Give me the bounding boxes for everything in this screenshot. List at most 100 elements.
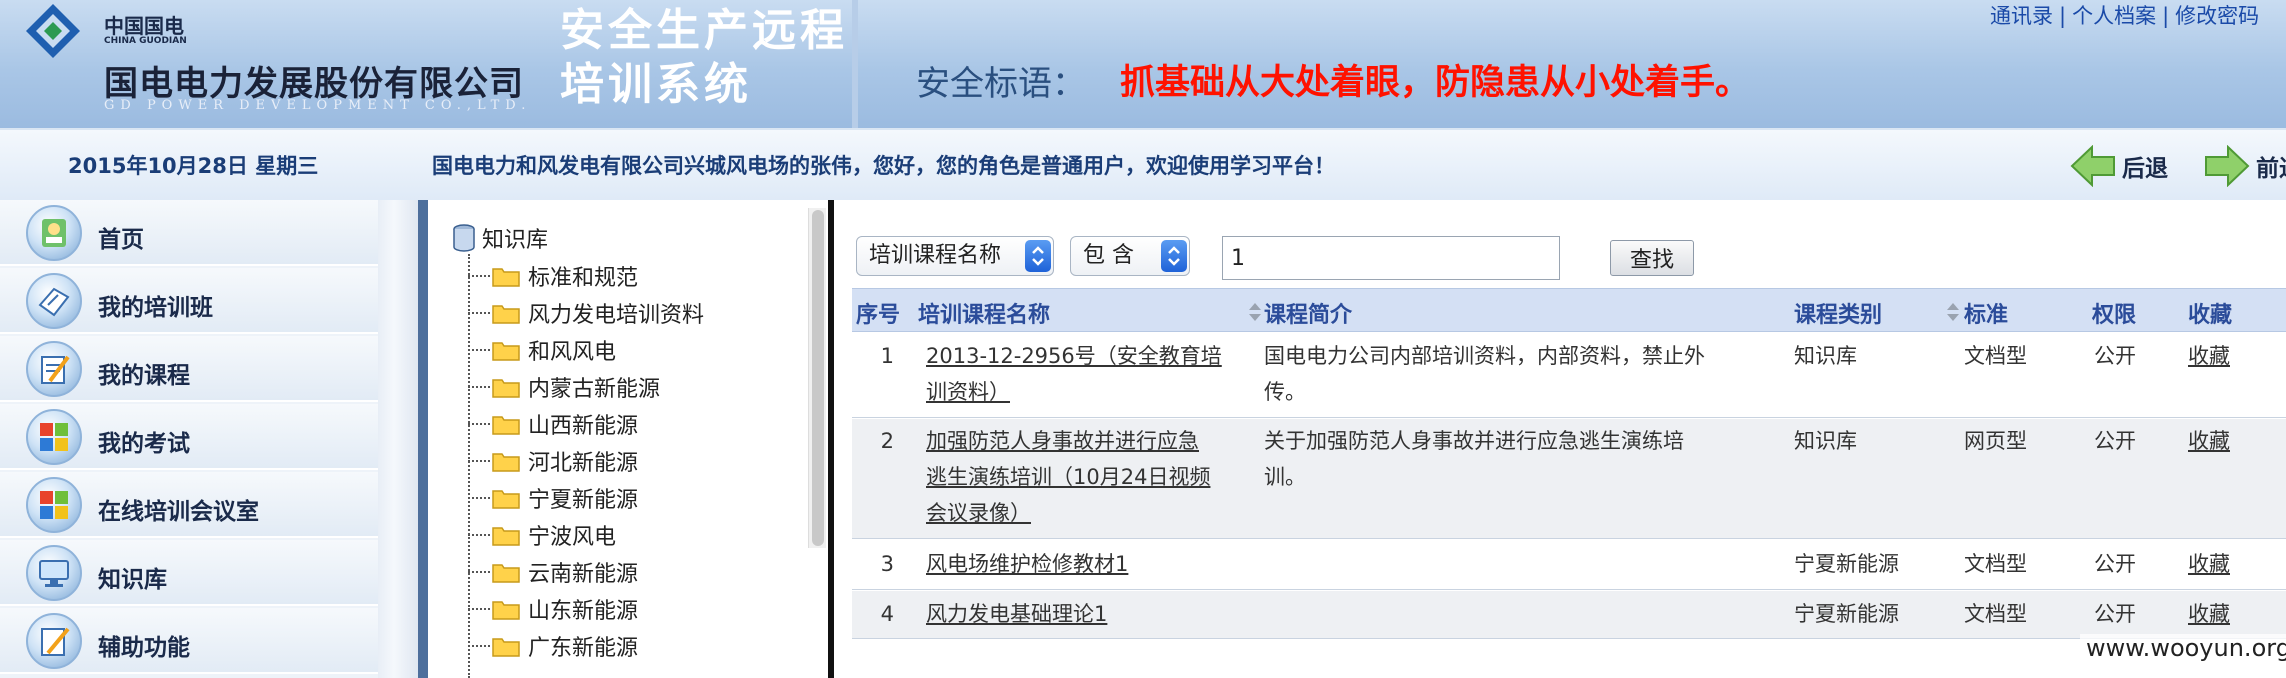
course-name-link[interactable]: 加强防范人身事故并进行应急 <box>926 423 1199 459</box>
sidebar-item-label: 我的课程 <box>98 363 190 389</box>
tree-item[interactable]: 河北新能源 <box>468 443 638 479</box>
course-category: 知识库 <box>1794 429 1857 453</box>
table-row-partial <box>852 640 2286 678</box>
search-button[interactable]: 查找 <box>1610 240 1694 276</box>
course-name-link[interactable]: 逃生演练培训（10月24日视频 <box>926 459 1210 495</box>
info-bar: 2015年10月28日 星期三 国电电力和风发电有限公司兴城风电场的张伟，您好，… <box>0 128 2286 200</box>
row-number: 3 <box>880 552 894 576</box>
database-icon <box>453 224 475 252</box>
sidebar-item-courses[interactable]: 我的课程 <box>0 336 378 402</box>
sidebar-item-label: 我的培训班 <box>98 295 213 321</box>
logo-small-cn: 中国国电 <box>104 14 184 38</box>
sidebar-menu: 首页 我的培训班 我的课程 我的考试 在线培训会议室 知识库 辅助功能 <box>0 200 378 678</box>
back-button[interactable]: 后退 <box>2070 142 2168 190</box>
welcome-message: 国电电力和风发电有限公司兴城风电场的张伟，您好，您的角色是普通用户，欢迎使用学习… <box>432 154 1335 178</box>
tree-scrollbar[interactable] <box>808 208 826 548</box>
sidebar-item-knowledge[interactable]: 知识库 <box>0 540 378 606</box>
chevron-updown-icon <box>1161 240 1187 272</box>
tree-item[interactable]: 山西新能源 <box>468 406 638 442</box>
tree-branch <box>468 497 490 499</box>
course-permission: 公开 <box>2094 344 2136 368</box>
sidebar-item-home[interactable]: 首页 <box>0 200 378 266</box>
tree-branch <box>468 386 490 388</box>
contacts-link[interactable]: 通讯录 <box>1990 4 2053 28</box>
sidebar-item-training-class[interactable]: 我的培训班 <box>0 268 378 334</box>
safety-slogan: 抓基础从大处着眼，防隐患从小处着手。 <box>1120 63 1751 103</box>
column-header-name[interactable]: 培训课程名称 <box>918 297 1050 329</box>
sort-icon[interactable] <box>1248 301 1262 323</box>
course-intro: 传。 <box>1264 380 1306 404</box>
tree-item[interactable]: 风力发电培训资料 <box>468 295 704 331</box>
tree-root[interactable]: 知识库 <box>452 220 548 256</box>
search-input[interactable] <box>1222 236 1560 280</box>
favorite-link[interactable]: 收藏 <box>2188 546 2230 582</box>
tree-branch <box>468 349 490 351</box>
sidebar-item-label: 辅助功能 <box>98 635 190 661</box>
company-logo: 中国国电 CHINA GUODIAN 国电电力发展股份有限公司 GD POWER… <box>0 0 550 128</box>
column-header-category[interactable]: 课程类别 <box>1794 297 1882 329</box>
tree-item[interactable]: 和风风电 <box>468 332 616 368</box>
tree-item-label: 河北新能源 <box>528 451 639 476</box>
row-number: 1 <box>880 344 894 368</box>
china-guodian-logo-icon <box>26 4 80 58</box>
forward-button[interactable]: 前进 <box>2204 142 2286 190</box>
tree-branch <box>468 608 490 610</box>
tree-item-label: 宁波风电 <box>528 525 617 550</box>
logo-small-en: CHINA GUODIAN <box>104 36 187 46</box>
sidebar-item-label: 首页 <box>98 227 144 253</box>
search-field-value: 培训课程名称 <box>869 243 1002 268</box>
course-category: 宁夏新能源 <box>1794 602 1899 626</box>
course-category: 知识库 <box>1794 344 1857 368</box>
profile-link[interactable]: 个人档案 <box>2072 4 2156 28</box>
tree-item[interactable]: 云南新能源 <box>468 554 638 590</box>
course-name-link[interactable]: 会议录像） <box>926 495 1031 531</box>
forward-label: 前进 <box>2256 156 2286 182</box>
course-name-link[interactable]: 训资料） <box>926 374 1010 410</box>
link-separator: | <box>2059 4 2067 28</box>
sidebar-item-label: 知识库 <box>98 567 167 593</box>
course-name-link[interactable]: 风力发电基础理论1 <box>926 596 1107 632</box>
favorite-link[interactable]: 收藏 <box>2188 338 2230 374</box>
course-name-link[interactable]: 2013-12-2956号（安全教育培 <box>926 338 1222 374</box>
home-icon <box>26 205 82 261</box>
tree-item[interactable]: 山东新能源 <box>468 591 638 627</box>
course-permission: 公开 <box>2094 552 2136 576</box>
course-intro: 国电电力公司内部培训资料，内部资料，禁止外 <box>1264 344 1705 368</box>
tree-item-label: 宁夏新能源 <box>528 488 639 513</box>
knowledge-tree: 知识库 标准和规范 风力发电培训资料 和风风电 内蒙古新能源 山西新能源 河北新… <box>428 200 828 678</box>
search-operator-select[interactable]: 包 含 <box>1070 236 1190 276</box>
tree-item[interactable]: 内蒙古新能源 <box>468 369 660 405</box>
favorite-link[interactable]: 收藏 <box>2188 596 2230 632</box>
tree-item[interactable]: 宁波风电 <box>468 517 616 553</box>
tree-item-label: 广东新能源 <box>528 636 639 661</box>
company-english-name: GD POWER DEVELOPMENT CO.,LTD. <box>104 98 532 113</box>
sidebar-item-meeting-room[interactable]: 在线培训会议室 <box>0 472 378 538</box>
course-standard: 文档型 <box>1964 344 2027 368</box>
change-password-link[interactable]: 修改密码 <box>2175 4 2259 28</box>
chevron-updown-icon <box>1025 240 1051 272</box>
tree-item-label: 和风风电 <box>528 340 617 365</box>
tree-item-label: 内蒙古新能源 <box>528 377 661 402</box>
course-intro: 关于加强防范人身事故并进行应急逃生演练培 <box>1264 429 1684 453</box>
course-category: 宁夏新能源 <box>1794 552 1899 576</box>
top-links: 通讯录 | 个人档案 | 修改密码 <box>1990 0 2259 28</box>
course-standard: 文档型 <box>1964 552 2027 576</box>
tree-branch <box>468 275 490 277</box>
sort-icon[interactable] <box>1946 301 1960 323</box>
row-number: 4 <box>880 602 894 626</box>
current-date: 2015年10月28日 星期三 <box>68 154 319 178</box>
sidebar-item-tools[interactable]: 辅助功能 <box>0 608 378 674</box>
table-header: 序号 培训课程名称 课程简介 课程类别 标准 权限 收藏 <box>852 288 2286 332</box>
tree-item[interactable]: 标准和规范 <box>468 258 638 294</box>
scrollbar-thumb[interactable] <box>812 210 824 546</box>
tree-item-label: 山东新能源 <box>528 599 639 624</box>
favorite-link[interactable]: 收藏 <box>2188 423 2230 459</box>
tree-item[interactable]: 广东新能源 <box>468 628 638 664</box>
tree-item[interactable]: 宁夏新能源 <box>468 480 638 516</box>
back-label: 后退 <box>2122 156 2168 182</box>
column-header-favorite: 收藏 <box>2188 303 2233 328</box>
course-name-link[interactable]: 风电场维护检修教材1 <box>926 546 1128 582</box>
search-field-select[interactable]: 培训课程名称 <box>856 236 1054 276</box>
table-row: 2 加强防范人身事故并进行应急 逃生演练培训（10月24日视频 会议录像） 关于… <box>852 419 2286 539</box>
sidebar-item-exams[interactable]: 我的考试 <box>0 404 378 470</box>
